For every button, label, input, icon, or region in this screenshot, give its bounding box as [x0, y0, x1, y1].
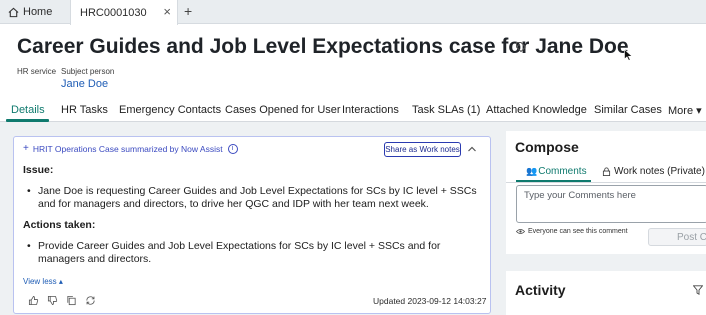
- tab-emergency-contacts[interactable]: Emergency Contacts: [119, 104, 221, 116]
- tag-icon[interactable]: [515, 41, 527, 53]
- tab-interactions[interactable]: Interactions: [342, 104, 399, 116]
- share-as-work-notes-button[interactable]: Share as Work notes: [384, 142, 461, 157]
- record-tab-label: HRC0001030: [80, 6, 147, 19]
- mouse-cursor-icon: [624, 49, 633, 61]
- now-assist-summary-card: + HRIT Operations Case summarized by Now…: [13, 136, 491, 314]
- tab-hr-tasks[interactable]: HR Tasks: [61, 104, 108, 116]
- tab-similar-cases[interactable]: Similar Cases: [594, 104, 662, 116]
- view-less-link[interactable]: View less ▴: [23, 277, 63, 286]
- compose-tab-divider: [506, 182, 706, 183]
- close-icon[interactable]: ×: [163, 5, 171, 19]
- home-tab-label: Home: [23, 6, 53, 18]
- summary-header: + HRIT Operations Case summarized by Now…: [23, 143, 238, 154]
- subject-person-link[interactable]: Jane Doe: [61, 78, 108, 90]
- issue-heading: Issue:: [23, 164, 54, 176]
- home-tab[interactable]: Home: [0, 0, 52, 24]
- activity-panel: Activity: [506, 271, 706, 315]
- post-button[interactable]: Post C: [648, 228, 706, 246]
- updated-timestamp: Updated 2023-09-12 14:03:27: [373, 296, 487, 306]
- tab-work-notes[interactable]: Work notes (Private): [602, 166, 705, 177]
- page-title: Career Guides and Job Level Expectations…: [17, 35, 629, 58]
- chevron-up-icon[interactable]: [466, 143, 478, 155]
- subject-person-label: Subject person: [61, 67, 115, 76]
- tab-cases-opened-for-user[interactable]: Cases Opened for User: [225, 104, 341, 116]
- visibility-note: Everyone can see this comment: [516, 228, 628, 235]
- info-icon[interactable]: i: [227, 143, 238, 154]
- tab-comments[interactable]: 👥 Comments: [526, 166, 587, 177]
- add-tab-icon[interactable]: +: [184, 3, 192, 20]
- summary-header-label: HRIT Operations Case summarized by Now A…: [32, 143, 223, 154]
- tab-details[interactable]: Details: [11, 104, 45, 116]
- tab-attached-knowledge[interactable]: Attached Knowledge: [486, 104, 587, 116]
- browser-tab-strip: Home HRC0001030 × +: [0, 0, 706, 25]
- issue-bullet: Jane Doe is requesting Career Guides and…: [27, 185, 478, 210]
- tab-more[interactable]: More ▾: [668, 104, 702, 117]
- tab-comments-label: Comments: [538, 166, 587, 177]
- compose-title: Compose: [515, 139, 579, 155]
- thumbs-down-icon[interactable]: [47, 295, 58, 306]
- visibility-note-text: Everyone can see this comment: [528, 228, 628, 235]
- eye-icon: [516, 229, 525, 234]
- record-tabs: Details HR Tasks Emergency Contacts Case…: [0, 100, 706, 122]
- compose-panel: Compose 👥 Comments Work notes (Private) …: [506, 131, 706, 254]
- people-icon: 👥: [526, 166, 538, 176]
- sparkle-icon: +: [23, 143, 29, 154]
- tab-task-slas[interactable]: Task SLAs (1): [412, 104, 480, 116]
- lock-icon: [602, 167, 611, 176]
- hr-service-label: HR service: [17, 67, 57, 76]
- tab-work-notes-label: Work notes (Private): [614, 166, 705, 177]
- home-icon: [8, 7, 19, 17]
- copy-icon[interactable]: [66, 295, 77, 306]
- filter-icon[interactable]: [693, 285, 703, 295]
- actions-bullet: Provide Career Guides and Job Level Expe…: [27, 240, 478, 265]
- activity-title: Activity: [515, 282, 566, 298]
- actions-heading: Actions taken:: [23, 219, 96, 231]
- record-tab-hrc0001030[interactable]: HRC0001030 ×: [70, 0, 178, 25]
- thumbs-up-icon[interactable]: [28, 295, 39, 306]
- comment-input[interactable]: Type your Comments here: [516, 185, 706, 223]
- refresh-icon[interactable]: [85, 295, 96, 306]
